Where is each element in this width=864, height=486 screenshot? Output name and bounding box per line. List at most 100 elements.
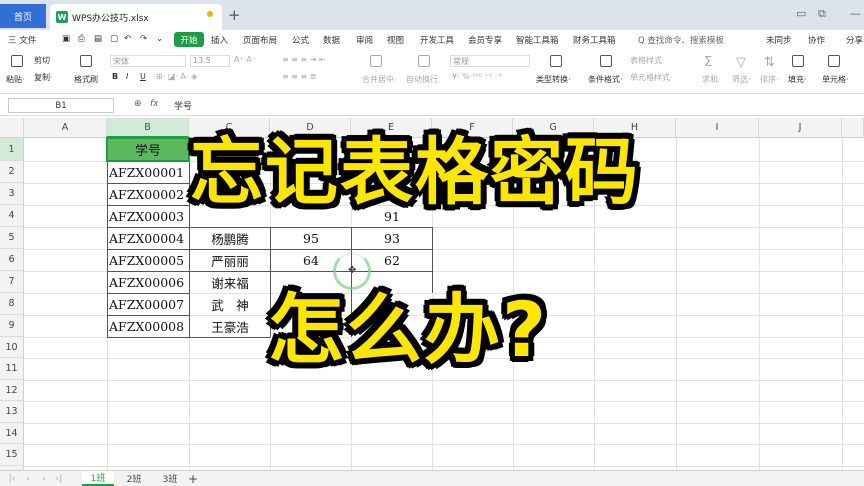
tab-insert[interactable]: 插入	[211, 34, 228, 46]
filter-button[interactable]: 筛选·	[732, 74, 751, 85]
collab-button[interactable]: 协作	[808, 34, 825, 46]
copy-button[interactable]: 复制·	[34, 72, 53, 83]
redo-icon[interactable]: ↷	[140, 34, 147, 44]
cell-name[interactable]: 严丽丽	[190, 250, 270, 271]
sheet-tab-2[interactable]: 2班	[118, 471, 150, 486]
number-icons[interactable]: ¥· % ⁰⁰⁰ ⁺⁰ ⁻⁰	[452, 72, 502, 81]
more-icon[interactable]: ⌄	[156, 34, 163, 44]
paste-button[interactable]: 粘贴·	[6, 74, 25, 85]
cell-id[interactable]: AFZX00008	[109, 316, 188, 337]
cell-id[interactable]: AFZX00005	[109, 250, 188, 271]
format-painter-button[interactable]: 格式刷	[74, 74, 98, 85]
sum-icon[interactable]: Σ	[704, 55, 712, 70]
cond-format-button[interactable]: 条件格式·	[588, 74, 623, 85]
next-sheet-icon[interactable]: ›	[38, 471, 50, 486]
row-header-6[interactable]: 6	[0, 249, 24, 271]
auto-wrap-button[interactable]: 自动换行	[406, 74, 438, 85]
print-icon[interactable]: ⎙	[78, 34, 85, 44]
filter-icon[interactable]: ▽	[736, 55, 746, 70]
cell-id[interactable]: AFZX00001	[109, 162, 188, 183]
zoom-icon[interactable]: ⊕	[134, 99, 142, 109]
paste-icon[interactable]	[11, 55, 23, 67]
cell-score[interactable]: 93	[352, 228, 432, 249]
new-tab-button[interactable]: +	[228, 6, 241, 24]
share-button[interactable]: 分享	[846, 34, 863, 46]
cell-name[interactable]: 王豪浩	[190, 316, 270, 337]
last-sheet-icon[interactable]: ›|	[52, 471, 66, 486]
font-grow-icon[interactable]: A⁺ A⁻	[234, 55, 256, 64]
row-header-9[interactable]: 9	[0, 315, 24, 337]
sort-button[interactable]: 排序·	[760, 74, 779, 85]
type-convert-icon[interactable]	[550, 55, 562, 67]
formula-input[interactable]: 学号	[174, 99, 192, 112]
undo-icon[interactable]: ↶	[124, 34, 131, 44]
tab-finance-toolbox[interactable]: 财务工具箱	[573, 34, 616, 46]
row-header-15[interactable]: 15	[0, 444, 24, 466]
tab-start[interactable]: 开始	[174, 32, 204, 47]
name-box[interactable]: B1	[8, 98, 114, 113]
fx-icon[interactable]: fx	[150, 99, 159, 109]
row-header-5[interactable]: 5	[0, 227, 24, 249]
export-icon[interactable]: ▤	[94, 34, 102, 44]
tab-formula[interactable]: 公式	[292, 34, 309, 46]
font-size-select[interactable]: 13.5	[190, 55, 230, 67]
window-icon[interactable]: ⧉	[818, 7, 826, 21]
file-menu[interactable]: 三 文件	[8, 34, 36, 46]
number-format-select[interactable]: 常规	[450, 55, 530, 67]
cond-format-icon[interactable]	[600, 55, 612, 67]
cell-style-button[interactable]: 单元格样式·	[630, 72, 673, 83]
cell-score[interactable]: 95	[271, 228, 351, 249]
bold-button[interactable]: B	[112, 72, 118, 81]
row-header-12[interactable]: 12	[0, 380, 24, 401]
layout-icon[interactable]: ▭	[796, 7, 806, 20]
border-icon[interactable]: ⊞· ◪· A· ◈·	[156, 72, 200, 81]
column-header-a[interactable]: A	[24, 118, 107, 138]
cell-id[interactable]: AFZX00004	[109, 228, 188, 249]
column-header-j[interactable]: J	[759, 118, 842, 138]
wrap-icon[interactable]	[418, 55, 430, 67]
row-header-13[interactable]: 13	[0, 401, 24, 423]
merge-center-button[interactable]: 合并居中·	[362, 74, 397, 85]
merge-icon[interactable]	[370, 55, 382, 67]
italic-button[interactable]: I	[126, 72, 128, 81]
row-header-7[interactable]: 7	[0, 271, 24, 293]
fill-button[interactable]: 填充·	[788, 74, 807, 85]
column-header-k[interactable]	[842, 118, 864, 138]
sheet-tab-3[interactable]: 3班	[154, 471, 186, 486]
tab-member[interactable]: 会员专享	[468, 34, 502, 46]
row-header-11[interactable]: 11	[0, 358, 24, 380]
select-all-corner[interactable]	[0, 118, 24, 138]
command-search[interactable]: Q 查找命令、搜索模板	[638, 34, 724, 46]
row-header-2[interactable]: 2	[0, 161, 24, 183]
save-icon[interactable]: ▣	[62, 34, 70, 44]
row-header-3[interactable]: 3	[0, 183, 24, 205]
row-header-1[interactable]: 1	[0, 138, 24, 161]
align-top-icons[interactable]: ≡ ≡ ≡ ⇥ ⇤	[282, 55, 326, 64]
cut-button[interactable]: 剪切	[34, 55, 50, 66]
type-convert-button[interactable]: 类型转换·	[536, 74, 571, 85]
table-style-button[interactable]: 表格样式·	[630, 55, 665, 66]
align-left-icons[interactable]: ≡ ≡ ≡ ≣	[282, 72, 316, 81]
cell-button[interactable]: 单元格·	[822, 74, 849, 85]
sheet-tab-1[interactable]: 1班	[82, 471, 114, 486]
font-name-select[interactable]: 宋体	[110, 55, 186, 67]
cell-icon[interactable]	[828, 55, 840, 67]
prev-sheet-icon[interactable]: ‹	[22, 471, 34, 486]
tab-page-layout[interactable]: 页面布局	[243, 34, 277, 46]
tab-developer[interactable]: 开发工具	[420, 34, 454, 46]
sync-status[interactable]: 未同步	[766, 34, 792, 46]
file-tab[interactable]: W WPS办公技巧.xlsx	[50, 4, 222, 30]
tab-smart-toolbox[interactable]: 智能工具箱	[516, 34, 559, 46]
tab-view[interactable]: 视图	[387, 34, 404, 46]
tab-data[interactable]: 数据	[323, 34, 340, 46]
row-header-4[interactable]: 4	[0, 205, 24, 227]
add-sheet-button[interactable]: +	[186, 471, 200, 486]
fill-icon[interactable]	[792, 55, 804, 67]
column-header-i[interactable]: I	[676, 118, 759, 138]
row-header-14[interactable]: 14	[0, 423, 24, 444]
format-painter-icon[interactable]	[80, 55, 92, 67]
cell-id[interactable]: AFZX00002	[109, 184, 188, 205]
cell-name[interactable]: 武 神	[190, 294, 270, 315]
sum-button[interactable]: 求和·	[702, 74, 721, 85]
first-sheet-icon[interactable]: |‹	[6, 471, 18, 486]
